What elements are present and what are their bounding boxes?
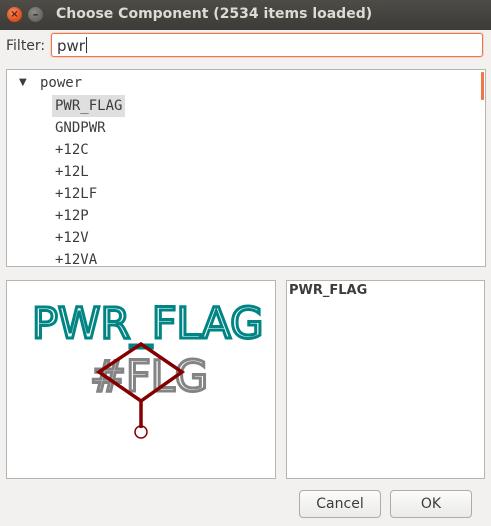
tree-item[interactable]: PWR_FLAG (52, 95, 126, 117)
filter-input[interactable]: pwr (51, 33, 483, 57)
symbol-preview: #FLG PWR_FLAG (6, 280, 276, 479)
symbol-value-text: PWR_FLAG (32, 299, 263, 349)
cancel-button[interactable]: Cancel (299, 490, 381, 518)
tree-item[interactable]: +12VA (52, 249, 100, 266)
details-title: PWR_FLAG (289, 283, 368, 298)
tree-item[interactable]: +12LF (52, 183, 100, 205)
close-glyph: × (10, 8, 19, 20)
minimize-glyph: – (32, 8, 39, 21)
ok-button[interactable]: OK (390, 490, 472, 518)
filter-value: pwr (57, 37, 85, 55)
tree-group-power[interactable]: power (40, 75, 82, 91)
tree-item[interactable]: GNDPWR (52, 117, 109, 139)
expand-arrow-icon[interactable]: ▼ (19, 77, 27, 88)
tree-item[interactable]: +12P (52, 205, 92, 227)
tree-item[interactable]: +12V (52, 227, 92, 249)
window-title: Choose Component (2534 items loaded) (56, 6, 373, 22)
text-caret (85, 37, 87, 53)
tree-item[interactable]: +12L (52, 161, 92, 183)
title-bar: × – Choose Component (2534 items loaded) (0, 0, 491, 30)
tree-scrollbar[interactable] (481, 72, 484, 100)
symbol-canvas: #FLG PWR_FLAG (31, 298, 265, 439)
minimize-icon[interactable]: – (28, 7, 43, 22)
tree-item[interactable]: +12C (52, 139, 92, 161)
component-tree[interactable]: ▼ power PWR_FLAG GNDPWR +12C +12L +12LF +12P +… (6, 69, 486, 267)
close-icon[interactable]: × (7, 7, 22, 22)
filter-label: Filter: (6, 38, 46, 54)
component-details: PWR_FLAG (286, 280, 485, 479)
